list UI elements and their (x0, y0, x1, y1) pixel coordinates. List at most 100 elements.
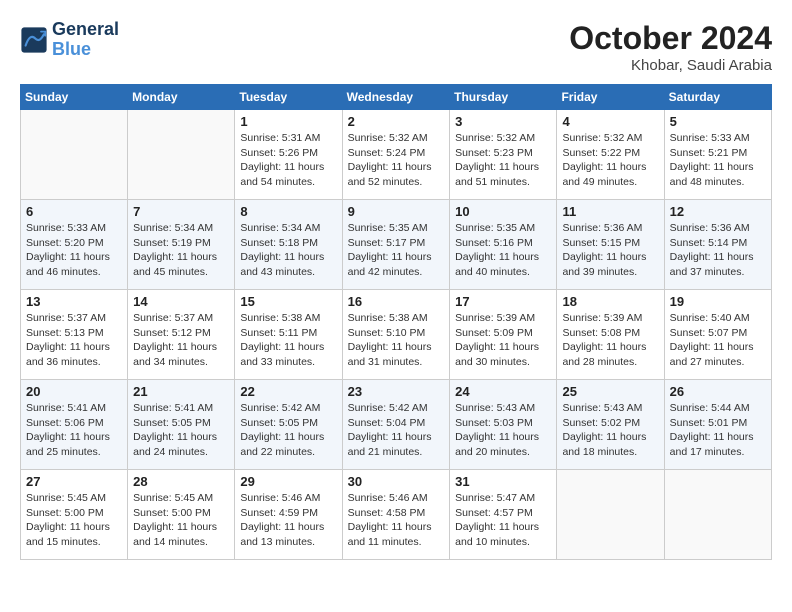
calendar-cell (128, 110, 235, 200)
day-number: 21 (133, 384, 229, 399)
day-info: Sunrise: 5:39 AM Sunset: 5:08 PM Dayligh… (562, 311, 658, 370)
week-row: 13 Sunrise: 5:37 AM Sunset: 5:13 PM Dayli… (21, 290, 772, 380)
day-info: Sunrise: 5:42 AM Sunset: 5:05 PM Dayligh… (240, 401, 336, 460)
calendar-cell: 9Sunrise: 5:35 AM Sunset: 5:17 PM Daylig… (342, 200, 450, 290)
day-info: Sunrise: 5:37 AM Sunset: 5:12 PM Dayligh… (133, 311, 229, 370)
calendar-cell: 15 Sunrise: 5:38 AM Sunset: 5:11 PM Dayli… (235, 290, 342, 380)
calendar-cell: 3 Sunrise: 5:32 AM Sunset: 5:23 PM Daylig… (450, 110, 557, 200)
calendar-cell: 22 Sunrise: 5:42 AM Sunset: 5:05 PM Dayli… (235, 380, 342, 470)
weekday-header: Wednesday (342, 85, 450, 110)
day-info: Sunrise: 5:38 AM Sunset: 5:10 PM Dayligh… (348, 311, 445, 370)
day-number: 20 (26, 384, 122, 399)
month-title: October 2024 (569, 20, 772, 57)
day-info: Sunrise: 5:34 AM Sunset: 5:19 PM Dayligh… (133, 221, 229, 280)
calendar-cell: 7 Sunrise: 5:34 AM Sunset: 5:19 PM Daylig… (128, 200, 235, 290)
day-info: Sunrise: 5:39 AM Sunset: 5:09 PM Dayligh… (455, 311, 551, 370)
calendar-cell: 1 Sunrise: 5:31 AM Sunset: 5:26 PM Daylig… (235, 110, 342, 200)
day-number: 6 (26, 204, 122, 219)
day-number: 7 (133, 204, 229, 219)
day-info: Sunrise: 5:31 AM Sunset: 5:26 PM Dayligh… (240, 131, 336, 190)
calendar-cell (557, 470, 664, 560)
day-number: 8 (240, 204, 336, 219)
day-info: Sunrise: 5:37 AM Sunset: 5:13 PM Dayligh… (26, 311, 122, 370)
day-number: 12 (670, 204, 766, 219)
weekday-header: Monday (128, 85, 235, 110)
day-number: 2 (348, 114, 445, 129)
logo-line2: Blue (52, 40, 119, 60)
day-info: Sunrise: 5:45 AM Sunset: 5:00 PM Dayligh… (26, 491, 122, 550)
weekday-header: Saturday (664, 85, 771, 110)
day-number: 23 (348, 384, 445, 399)
day-info: Sunrise: 5:41 AM Sunset: 5:06 PM Dayligh… (26, 401, 122, 460)
week-row: 27 Sunrise: 5:45 AM Sunset: 5:00 PM Dayli… (21, 470, 772, 560)
day-number: 31 (455, 474, 551, 489)
day-info: Sunrise: 5:33 AM Sunset: 5:20 PM Dayligh… (26, 221, 122, 280)
calendar-cell: 21 Sunrise: 5:41 AM Sunset: 5:05 PM Dayli… (128, 380, 235, 470)
day-number: 29 (240, 474, 336, 489)
calendar-cell: 19 Sunrise: 5:40 AM Sunset: 5:07 PM Dayli… (664, 290, 771, 380)
day-number: 10 (455, 204, 551, 219)
day-info: Sunrise: 5:33 AM Sunset: 5:21 PM Dayligh… (670, 131, 766, 190)
day-info: Sunrise: 5:46 AM Sunset: 4:59 PM Dayligh… (240, 491, 336, 550)
calendar-cell: 25Sunrise: 5:43 AM Sunset: 5:02 PM Dayli… (557, 380, 664, 470)
logo: General Blue (20, 20, 119, 60)
calendar-cell: 5 Sunrise: 5:33 AM Sunset: 5:21 PM Daylig… (664, 110, 771, 200)
calendar-cell (664, 470, 771, 560)
calendar-cell: 27 Sunrise: 5:45 AM Sunset: 5:00 PM Dayli… (21, 470, 128, 560)
calendar-cell: 13 Sunrise: 5:37 AM Sunset: 5:13 PM Dayli… (21, 290, 128, 380)
day-number: 19 (670, 294, 766, 309)
week-row: 1 Sunrise: 5:31 AM Sunset: 5:26 PM Daylig… (21, 110, 772, 200)
day-info: Sunrise: 5:32 AM Sunset: 5:22 PM Dayligh… (562, 131, 658, 190)
day-info: Sunrise: 5:32 AM Sunset: 5:23 PM Dayligh… (455, 131, 551, 190)
day-number: 11 (562, 204, 658, 219)
week-row: 6 Sunrise: 5:33 AM Sunset: 5:20 PM Daylig… (21, 200, 772, 290)
calendar-cell: 2 Sunrise: 5:32 AM Sunset: 5:24 PM Daylig… (342, 110, 450, 200)
calendar-cell: 4Sunrise: 5:32 AM Sunset: 5:22 PM Daylig… (557, 110, 664, 200)
day-info: Sunrise: 5:38 AM Sunset: 5:11 PM Dayligh… (240, 311, 336, 370)
weekday-header: Friday (557, 85, 664, 110)
day-number: 18 (562, 294, 658, 309)
day-number: 16 (348, 294, 445, 309)
day-info: Sunrise: 5:44 AM Sunset: 5:01 PM Dayligh… (670, 401, 766, 460)
day-info: Sunrise: 5:45 AM Sunset: 5:00 PM Dayligh… (133, 491, 229, 550)
day-number: 27 (26, 474, 122, 489)
weekday-header: Tuesday (235, 85, 342, 110)
day-number: 3 (455, 114, 551, 129)
day-number: 15 (240, 294, 336, 309)
location: Khobar, Saudi Arabia (569, 57, 772, 74)
day-info: Sunrise: 5:42 AM Sunset: 5:04 PM Dayligh… (348, 401, 445, 460)
weekday-header-row: SundayMondayTuesdayWednesdayThursdayFrid… (21, 85, 772, 110)
logo-icon (20, 26, 48, 54)
calendar-cell: 6 Sunrise: 5:33 AM Sunset: 5:20 PM Daylig… (21, 200, 128, 290)
day-info: Sunrise: 5:40 AM Sunset: 5:07 PM Dayligh… (670, 311, 766, 370)
calendar-cell: 31Sunrise: 5:47 AM Sunset: 4:57 PM Dayli… (450, 470, 557, 560)
day-info: Sunrise: 5:35 AM Sunset: 5:16 PM Dayligh… (455, 221, 551, 280)
day-number: 9 (348, 204, 445, 219)
day-number: 14 (133, 294, 229, 309)
calendar-cell: 28 Sunrise: 5:45 AM Sunset: 5:00 PM Dayli… (128, 470, 235, 560)
weekday-header: Thursday (450, 85, 557, 110)
day-number: 13 (26, 294, 122, 309)
logo-line1: General (52, 20, 119, 40)
day-number: 28 (133, 474, 229, 489)
calendar-cell: 20 Sunrise: 5:41 AM Sunset: 5:06 PM Dayli… (21, 380, 128, 470)
page-header: General Blue October 2024 Khobar, Saudi … (20, 20, 772, 74)
calendar-cell: 14 Sunrise: 5:37 AM Sunset: 5:12 PM Dayli… (128, 290, 235, 380)
day-number: 1 (240, 114, 336, 129)
day-info: Sunrise: 5:34 AM Sunset: 5:18 PM Dayligh… (240, 221, 336, 280)
day-info: Sunrise: 5:46 AM Sunset: 4:58 PM Dayligh… (348, 491, 445, 550)
day-info: Sunrise: 5:36 AM Sunset: 5:14 PM Dayligh… (670, 221, 766, 280)
calendar: SundayMondayTuesdayWednesdayThursdayFrid… (20, 84, 772, 560)
title-block: October 2024 Khobar, Saudi Arabia (569, 20, 772, 74)
weekday-header: Sunday (21, 85, 128, 110)
day-info: Sunrise: 5:41 AM Sunset: 5:05 PM Dayligh… (133, 401, 229, 460)
calendar-cell: 8 Sunrise: 5:34 AM Sunset: 5:18 PM Daylig… (235, 200, 342, 290)
day-info: Sunrise: 5:36 AM Sunset: 5:15 PM Dayligh… (562, 221, 658, 280)
day-number: 22 (240, 384, 336, 399)
calendar-cell: 23 Sunrise: 5:42 AM Sunset: 5:04 PM Dayli… (342, 380, 450, 470)
day-number: 5 (670, 114, 766, 129)
calendar-cell: 11 Sunrise: 5:36 AM Sunset: 5:15 PM Dayli… (557, 200, 664, 290)
calendar-cell: 24Sunrise: 5:43 AM Sunset: 5:03 PM Dayli… (450, 380, 557, 470)
day-info: Sunrise: 5:32 AM Sunset: 5:24 PM Dayligh… (348, 131, 445, 190)
calendar-cell: 16 Sunrise: 5:38 AM Sunset: 5:10 PM Dayli… (342, 290, 450, 380)
